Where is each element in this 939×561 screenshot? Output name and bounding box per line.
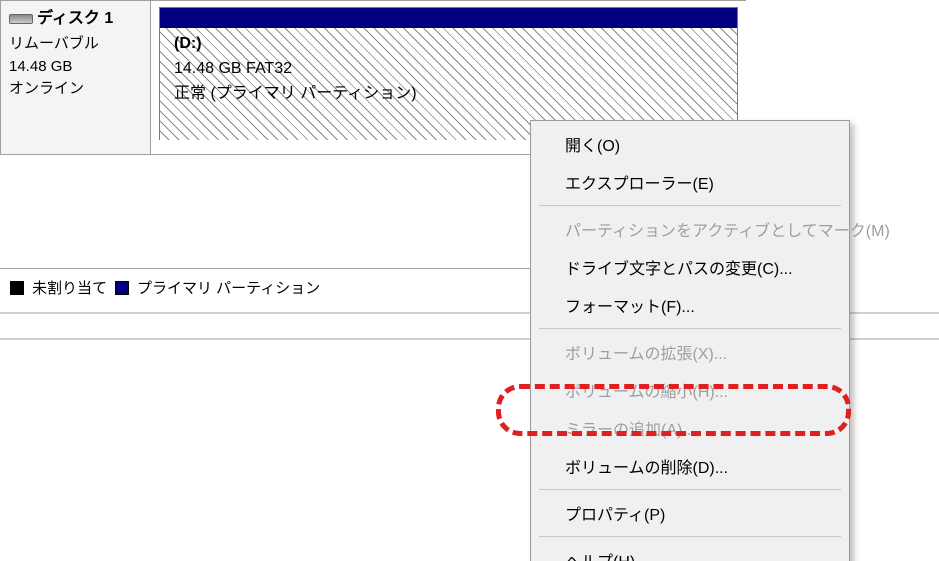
menu-separator <box>539 328 841 329</box>
disk-icon <box>9 14 33 24</box>
swatch-unallocated-icon <box>10 281 24 295</box>
menu-extend: ボリュームの拡張(X)... <box>533 333 847 371</box>
menu-open[interactable]: 開く(O) <box>533 125 847 163</box>
menu-separator <box>539 536 841 537</box>
disk-status: オンライン <box>9 78 142 101</box>
menu-help[interactable]: ヘルプ(H) <box>533 541 847 561</box>
menu-separator <box>539 205 841 206</box>
disk-type: リムーバブル <box>9 33 142 56</box>
disk-size: 14.48 GB <box>9 56 142 79</box>
menu-format[interactable]: フォーマット(F)... <box>533 286 847 324</box>
menu-change-letter[interactable]: ドライブ文字とパスの変更(C)... <box>533 248 847 286</box>
menu-mirror: ミラーの追加(A)... <box>533 409 847 447</box>
volume-size-fs: 14.48 GB FAT32 <box>174 57 723 82</box>
volume-status: 正常 (プライマリ パーティション) <box>174 82 723 107</box>
swatch-primary-icon <box>115 281 129 295</box>
menu-delete-volume[interactable]: ボリュームの削除(D)... <box>533 447 847 485</box>
disk-info[interactable]: ディスク 1 リムーバブル 14.48 GB オンライン <box>1 1 151 154</box>
menu-properties[interactable]: プロパティ(P) <box>533 494 847 532</box>
disk-title: ディスク 1 <box>37 7 113 31</box>
legend-unallocated: 未割り当て <box>32 277 107 298</box>
volume-header-bar <box>160 8 737 28</box>
context-menu: 開く(O) エクスプローラー(E) パーティションをアクティブとしてマーク(M)… <box>530 120 850 561</box>
volume-letter: (D:) <box>174 32 723 57</box>
disk-management-panel: ディスク 1 リムーバブル 14.48 GB オンライン (D:) 14.48 … <box>0 0 939 561</box>
menu-separator <box>539 489 841 490</box>
legend-primary: プライマリ パーティション <box>137 277 320 298</box>
menu-mark-active: パーティションをアクティブとしてマーク(M) <box>533 210 847 248</box>
menu-explore[interactable]: エクスプローラー(E) <box>533 163 847 201</box>
menu-shrink: ボリュームの縮小(H)... <box>533 371 847 409</box>
